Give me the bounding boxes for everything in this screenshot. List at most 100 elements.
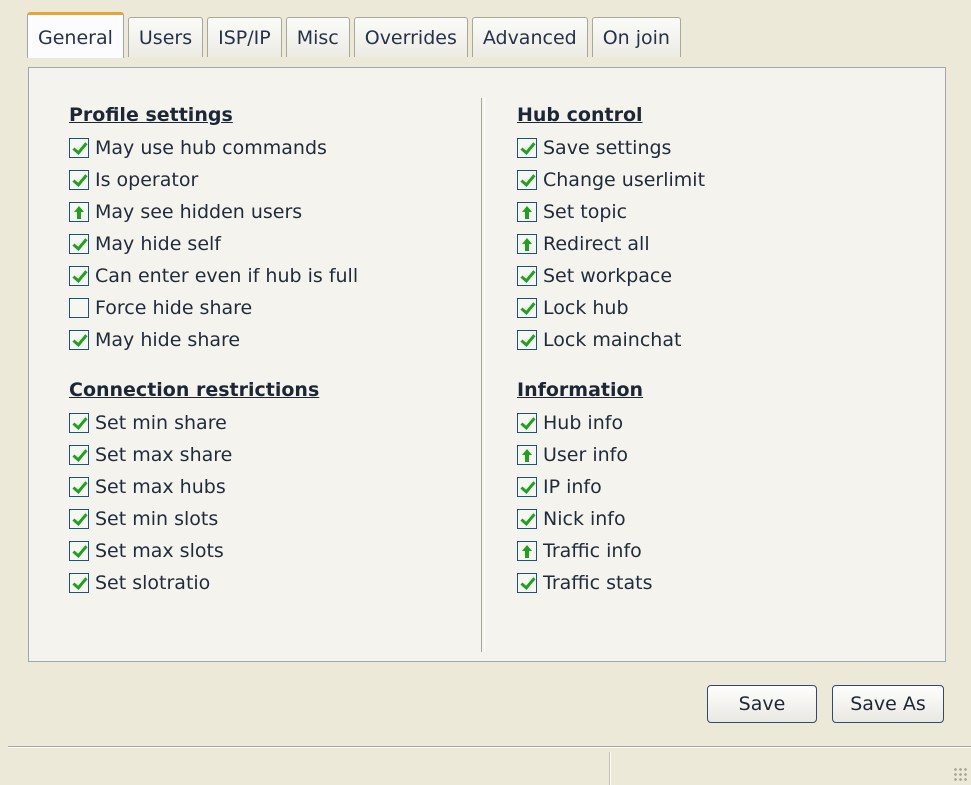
checkbox-item[interactable]: IP info	[517, 471, 705, 503]
checkbox-item[interactable]: Hub info	[517, 407, 705, 439]
checkbox-checked-icon[interactable]	[517, 477, 537, 497]
checkbox-checked-icon[interactable]	[69, 266, 89, 286]
right-column: Hub control Save settings Change userlimi…	[517, 101, 705, 599]
checkbox-item[interactable]: May see hidden users	[69, 196, 358, 228]
checkbox-label: Change userlimit	[543, 169, 706, 191]
checkbox-item[interactable]: Is operator	[69, 164, 358, 196]
checkbox-label: Set workpace	[543, 265, 673, 287]
tab-general[interactable]: General	[27, 12, 124, 58]
checkbox-checked-icon[interactable]	[69, 573, 89, 593]
checkbox-partial-icon[interactable]	[517, 541, 537, 561]
checkbox-label: Nick info	[543, 508, 626, 530]
checkbox-label: Save settings	[543, 137, 672, 159]
checkbox-checked-icon[interactable]	[517, 170, 537, 190]
checkbox-label: Set min slots	[95, 508, 219, 530]
checkbox-partial-icon[interactable]	[517, 202, 537, 222]
save-as-button[interactable]: Save As	[832, 685, 944, 723]
checkbox-label: Can enter even if hub is full	[95, 265, 359, 287]
checkbox-label: Force hide share	[95, 297, 253, 319]
checkbox-label: Set max slots	[95, 540, 224, 562]
checkbox-item[interactable]: Set max hubs	[69, 471, 358, 503]
checkbox-item[interactable]: Redirect all	[517, 228, 705, 260]
checkbox-checked-icon[interactable]	[69, 170, 89, 190]
checkbox-item[interactable]: May use hub commands	[69, 132, 358, 164]
checkbox-label: Is operator	[95, 169, 199, 191]
information-heading: Information	[517, 379, 644, 401]
information-group: Hub info User info IP info Nick info Traffic…	[517, 407, 705, 599]
hub-control-heading: Hub control	[517, 104, 643, 126]
column-divider	[481, 98, 485, 652]
checkbox-item[interactable]: Set min slots	[69, 503, 358, 535]
checkbox-label: Hub info	[543, 412, 624, 434]
tab-bar: General Users ISP/IP Misc Overrides Adva…	[27, 12, 685, 58]
checkbox-item[interactable]: Set max slots	[69, 535, 358, 567]
checkbox-item[interactable]: Force hide share	[69, 292, 358, 324]
hub-control-group: Save settings Change userlimit Set topic Re…	[517, 132, 705, 356]
checkbox-checked-icon[interactable]	[517, 138, 537, 158]
checkbox-label: May hide self	[95, 233, 221, 255]
checkbox-item[interactable]: Traffic info	[517, 535, 705, 567]
checkbox-item[interactable]: Set max share	[69, 439, 358, 471]
tab-isp-ip[interactable]: ISP/IP	[207, 17, 282, 57]
checkbox-checked-icon[interactable]	[69, 509, 89, 529]
left-column: Profile settings May use hub commands Is …	[69, 101, 358, 599]
save-button[interactable]: Save	[707, 685, 817, 723]
checkbox-item[interactable]: Save settings	[517, 132, 705, 164]
status-bar-divider	[609, 752, 611, 785]
checkbox-item[interactable]: Nick info	[517, 503, 705, 535]
checkbox-partial-icon[interactable]	[517, 445, 537, 465]
tab-overrides[interactable]: Overrides	[353, 17, 468, 57]
checkbox-item[interactable]: Can enter even if hub is full	[69, 260, 358, 292]
checkbox-item[interactable]: Lock hub	[517, 292, 705, 324]
checkbox-checked-icon[interactable]	[69, 138, 89, 158]
checkbox-label: Lock hub	[543, 297, 629, 319]
checkbox-label: User info	[543, 444, 628, 466]
checkbox-item[interactable]: May hide share	[69, 324, 358, 356]
tab-on-join[interactable]: On join	[591, 17, 681, 57]
checkbox-checked-icon[interactable]	[69, 541, 89, 561]
checkbox-checked-icon[interactable]	[517, 573, 537, 593]
checkbox-label: Set max share	[95, 444, 233, 466]
checkbox-checked-icon[interactable]	[517, 509, 537, 529]
checkbox-item[interactable]: May hide self	[69, 228, 358, 260]
checkbox-label: Redirect all	[543, 233, 650, 255]
checkbox-label: May see hidden users	[95, 201, 303, 223]
checkbox-label: May use hub commands	[95, 137, 327, 159]
checkbox-label: Set topic	[543, 201, 628, 223]
general-panel: Profile settings May use hub commands Is …	[28, 67, 946, 662]
checkbox-checked-icon[interactable]	[517, 330, 537, 350]
checkbox-checked-icon[interactable]	[517, 413, 537, 433]
connection-restrictions-group: Set min share Set max share Set max hubs Se…	[69, 407, 358, 599]
checkbox-item[interactable]: Set slotratio	[69, 567, 358, 599]
checkbox-label: Traffic stats	[543, 572, 653, 594]
checkbox-label: Traffic info	[543, 540, 642, 562]
checkbox-item[interactable]: Change userlimit	[517, 164, 705, 196]
checkbox-item[interactable]: Lock mainchat	[517, 324, 705, 356]
profile-settings-heading: Profile settings	[69, 104, 233, 126]
checkbox-item[interactable]: Set topic	[517, 196, 705, 228]
checkbox-label: Set max hubs	[95, 476, 226, 498]
tab-misc[interactable]: Misc	[285, 17, 350, 57]
checkbox-checked-icon[interactable]	[69, 445, 89, 465]
checkbox-checked-icon[interactable]	[69, 477, 89, 497]
checkbox-partial-icon[interactable]	[517, 234, 537, 254]
checkbox-label: Set min share	[95, 412, 227, 434]
checkbox-item[interactable]: Set min share	[69, 407, 358, 439]
connection-restrictions-heading: Connection restrictions	[69, 379, 320, 401]
checkbox-checked-icon[interactable]	[517, 266, 537, 286]
resize-grip-icon[interactable]	[953, 767, 967, 781]
profile-settings-group: May use hub commands Is operator May see h…	[69, 132, 358, 356]
status-bar	[8, 752, 971, 785]
checkbox-checked-icon[interactable]	[69, 330, 89, 350]
checkbox-checked-icon[interactable]	[69, 234, 89, 254]
checkbox-checked-icon[interactable]	[517, 298, 537, 318]
checkbox-item[interactable]: Traffic stats	[517, 567, 705, 599]
tab-users[interactable]: Users	[127, 17, 204, 57]
tab-advanced[interactable]: Advanced	[471, 17, 588, 57]
checkbox-unchecked-icon[interactable]	[69, 298, 89, 318]
checkbox-item[interactable]: User info	[517, 439, 705, 471]
checkbox-item[interactable]: Set workpace	[517, 260, 705, 292]
checkbox-checked-icon[interactable]	[69, 413, 89, 433]
checkbox-partial-icon[interactable]	[69, 202, 89, 222]
checkbox-label: IP info	[543, 476, 602, 498]
